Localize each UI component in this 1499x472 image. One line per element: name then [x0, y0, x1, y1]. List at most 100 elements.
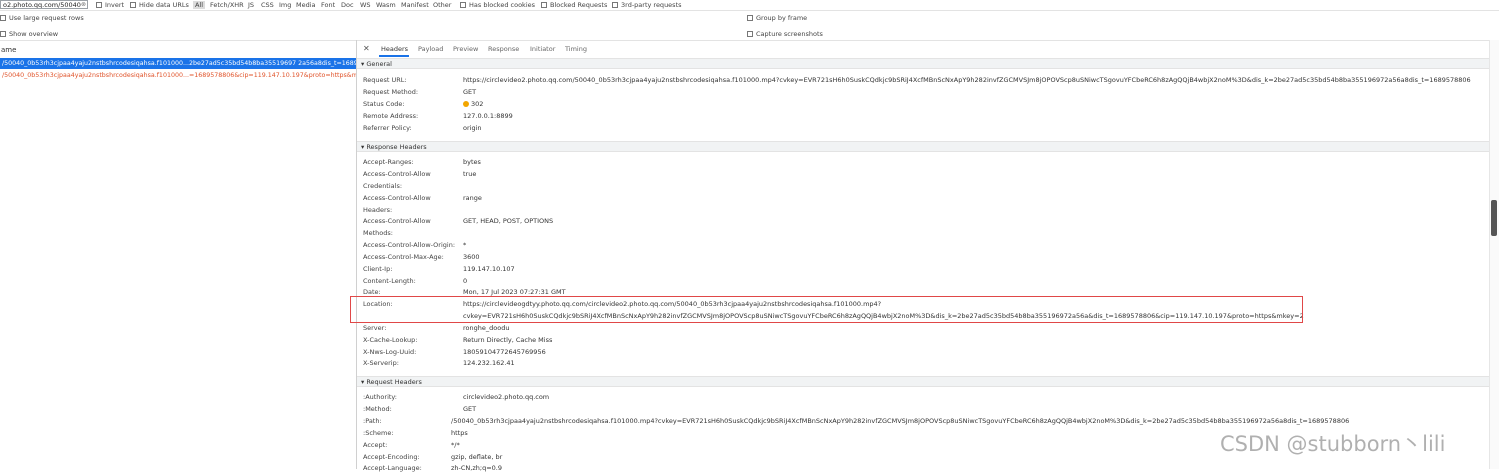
type-filter-img[interactable]: Img	[279, 1, 291, 9]
tab-timing[interactable]: Timing	[565, 45, 587, 53]
invert-checkbox[interactable]: Invert	[96, 1, 124, 9]
header-value: bytes	[463, 158, 481, 166]
show-overview-label: Show overview	[9, 30, 59, 38]
header-value: 3600	[463, 253, 480, 261]
header-key: Client-Ip:	[363, 265, 393, 273]
header-key-continued: Headers:	[363, 206, 393, 214]
header-value: Return Directly, Cache Miss	[463, 336, 553, 344]
header-value: https	[451, 429, 468, 437]
header-key: :Method:	[363, 405, 392, 413]
type-filter-doc[interactable]: Doc	[341, 1, 354, 9]
use-large-rows-label: Use large request rows	[9, 14, 84, 22]
header-key: X-Nws-Log-Uuid:	[363, 348, 417, 356]
details-scrollbar[interactable]	[1489, 40, 1499, 469]
header-value: true	[463, 170, 477, 178]
header-value: circlevideo2.photo.qq.com	[463, 393, 550, 401]
capture-screenshots-label: Capture screenshots	[756, 30, 823, 38]
type-filter-wasm[interactable]: Wasm	[376, 1, 396, 9]
response-headers-section-header[interactable]: ▾ Response Headers	[357, 141, 1489, 152]
clear-filter-icon[interactable]: ⊗	[81, 1, 86, 8]
request-method-value: GET	[463, 88, 477, 96]
show-overview-checkbox[interactable]: Show overview	[0, 30, 58, 38]
active-tab-indicator	[379, 55, 409, 57]
header-value: */*	[451, 441, 460, 449]
status-code-key: Status Code:	[363, 100, 405, 108]
request-headers-section-header[interactable]: ▾ Request Headers	[357, 376, 1489, 387]
type-filter-all[interactable]: All	[193, 1, 206, 9]
header-key: Access-Control-Max-Age:	[363, 253, 444, 261]
header-value: Mon, 17 Jul 2023 07:27:31 GMT	[463, 288, 566, 296]
type-filter-other[interactable]: Other	[433, 1, 451, 9]
header-value: 18059104772645769956	[463, 348, 546, 356]
capture-screenshots-checkbox[interactable]: Capture screenshots	[747, 30, 823, 38]
referrer-policy-value: origin	[463, 124, 482, 132]
header-value: 119.147.10.107	[463, 265, 515, 273]
request-url-value: https://circlevideo2.photo.qq.com/50040_…	[463, 76, 1471, 84]
remote-address-key: Remote Address:	[363, 112, 419, 120]
header-key: :Authority:	[363, 393, 397, 401]
general-section-header[interactable]: ▾ General	[357, 58, 1489, 69]
header-key: Access-Control-Allow-Origin:	[363, 241, 456, 249]
blocked-requests-label: Blocked Requests	[550, 1, 608, 9]
header-key: Server:	[363, 324, 387, 332]
hide-data-urls-checkbox[interactable]: Hide data URLs	[130, 1, 189, 9]
panel-divider[interactable]	[356, 40, 357, 469]
has-blocked-cookies-checkbox[interactable]: Has blocked cookies	[460, 1, 535, 9]
header-key: Access-Control-Allow	[363, 194, 431, 202]
use-large-rows-checkbox[interactable]: Use large request rows	[0, 14, 84, 22]
request-row[interactable]: /50040_0b53rh3cjpaa4yaju2nstbshrcodesiqa…	[0, 58, 356, 69]
blocked-requests-checkbox[interactable]: Blocked Requests	[541, 1, 607, 9]
type-filter-manifest[interactable]: Manifest	[401, 1, 429, 9]
tab-preview[interactable]: Preview	[453, 45, 478, 53]
header-key: Accept-Ranges:	[363, 158, 414, 166]
header-value: 124.232.162.41	[463, 359, 515, 367]
third-party-requests-label: 3rd-party requests	[621, 1, 682, 9]
status-code: 302	[463, 100, 483, 108]
tab-headers[interactable]: Headers	[381, 45, 408, 53]
header-key: Date:	[363, 288, 381, 296]
name-column-header[interactable]: ame	[0, 43, 357, 57]
close-icon[interactable]: ✕	[363, 44, 370, 53]
header-key: Content-Length:	[363, 277, 416, 285]
header-key: Access-Control-Allow	[363, 217, 431, 225]
watermark: CSDN @stubborn丶lili	[1220, 432, 1446, 456]
header-value: 0	[463, 277, 468, 285]
header-value: ronghe_doodu	[463, 324, 510, 332]
header-key-continued: Credentials:	[363, 182, 403, 190]
request-row[interactable]: /50040_0b53rh3cjpaa4yaju2nstbshrcodesiqa…	[0, 70, 356, 81]
tab-response[interactable]: Response	[488, 45, 519, 53]
status-dot-icon	[463, 101, 469, 107]
header-key: X-Cache-Lookup:	[363, 336, 418, 344]
header-key: :Scheme:	[363, 429, 394, 437]
header-key: X-Serverip:	[363, 359, 399, 367]
header-value: range	[463, 194, 482, 202]
hide-data-urls-label: Hide data URLs	[139, 1, 189, 9]
type-filter-media[interactable]: Media	[296, 1, 316, 9]
type-filter-css[interactable]: CSS	[261, 1, 274, 9]
tab-initiator[interactable]: Initiator	[530, 45, 555, 53]
header-value: *	[463, 241, 467, 249]
scrollbar-thumb[interactable]	[1491, 200, 1497, 236]
path-value: /50040_0b53rh3cjpaa4yaju2nstbshrcodesiqa…	[451, 417, 1350, 425]
header-key: :Path:	[363, 417, 382, 425]
tab-payload[interactable]: Payload	[418, 45, 443, 53]
header-key: Accept:	[363, 441, 388, 449]
group-by-frame-checkbox[interactable]: Group by frame	[747, 14, 807, 22]
header-key: Access-Control-Allow	[363, 170, 431, 178]
header-value: GET, HEAD, POST, OPTIONS	[463, 217, 554, 225]
type-filter-font[interactable]: Font	[321, 1, 335, 9]
request-method-key: Request Method:	[363, 88, 419, 96]
status-code-value: 302	[471, 100, 484, 108]
header-key-continued: Methods:	[363, 229, 393, 237]
has-blocked-cookies-label: Has blocked cookies	[469, 1, 536, 9]
group-by-frame-label: Group by frame	[756, 14, 808, 22]
invert-label: Invert	[105, 1, 125, 9]
type-filter-ws[interactable]: WS	[360, 1, 371, 9]
type-filter-fetch-xhr[interactable]: Fetch/XHR	[210, 1, 244, 9]
third-party-requests-checkbox[interactable]: 3rd-party requests	[612, 1, 682, 9]
header-key: Accept-Language:	[363, 464, 422, 472]
details-tabs: ✕ Headers Payload Preview Response Initi…	[357, 41, 1489, 57]
type-filter-js[interactable]: JS	[248, 1, 254, 9]
header-value: zh-CN,zh;q=0.9	[451, 464, 502, 472]
filter-input[interactable]	[0, 0, 88, 9]
